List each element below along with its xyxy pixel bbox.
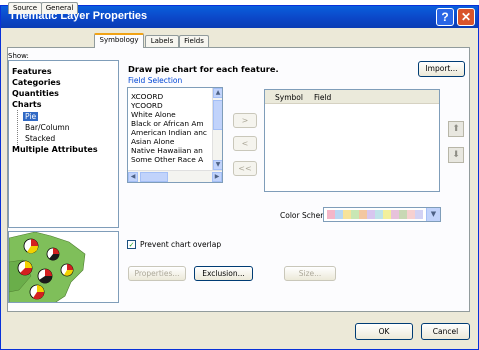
field-list-vertical-scrollbar[interactable]: ▲ ▼	[212, 88, 222, 170]
scroll-down-icon[interactable]: ▼	[213, 160, 222, 170]
pie-symbol	[23, 238, 39, 254]
prevent-overlap-checkbox[interactable]: ✓	[127, 240, 136, 249]
tree-item-multiple-attributes[interactable]: Multiple Attributes	[12, 145, 98, 154]
pie-symbol	[46, 247, 60, 261]
tab-general[interactable]: General	[41, 2, 78, 14]
symbol-column-header[interactable]: Symbol	[275, 93, 303, 102]
field-column-header[interactable]: Field	[314, 93, 331, 102]
tree-item-charts[interactable]: Charts	[12, 100, 42, 109]
tab-symbology[interactable]: Symbology	[94, 33, 144, 48]
pie-map-preview	[9, 232, 86, 302]
tree-connector	[17, 110, 18, 149]
show-label: Show:	[8, 52, 29, 60]
field-item[interactable]: Some Other Race A	[131, 155, 203, 164]
symbol-field-header: Symbol Field	[265, 90, 439, 104]
tree-item-features[interactable]: Features	[12, 67, 52, 76]
tree-item-quantities[interactable]: Quantities	[12, 89, 59, 98]
field-list-horizontal-scrollbar[interactable]: ◀ ▶	[128, 170, 222, 182]
color-scheme-select[interactable]: ▼	[323, 207, 441, 222]
color-swatch	[359, 210, 367, 219]
tree-item-stacked[interactable]: Stacked	[25, 134, 55, 143]
import-button[interactable]: Import...	[418, 61, 465, 77]
scroll-left-icon[interactable]: ◀	[128, 172, 138, 182]
cancel-button[interactable]: Cancel	[421, 323, 470, 340]
pie-symbol	[37, 268, 53, 284]
tree-item-categories[interactable]: Categories	[12, 78, 61, 87]
field-item[interactable]: XCOORD	[131, 92, 163, 101]
prevent-overlap-label: Prevent chart overlap	[140, 240, 222, 249]
color-swatch	[375, 210, 383, 219]
help-button[interactable]: ?	[436, 8, 454, 26]
tab-source[interactable]: Source	[8, 2, 42, 14]
color-swatch	[351, 210, 359, 219]
horizontal-scroll-thumb[interactable]	[140, 172, 168, 182]
move-down-icon[interactable]: ⬇	[448, 147, 464, 163]
ok-button[interactable]: OK	[355, 323, 413, 340]
field-item[interactable]: Native Hawaiian an	[131, 146, 203, 155]
color-swatch	[327, 210, 335, 219]
field-selection-label: Field Selection	[128, 76, 183, 85]
chevron-down-icon[interactable]: ▼	[426, 208, 440, 221]
color-swatch	[415, 210, 423, 219]
show-tree: Features Categories Quantities Charts Pi…	[8, 60, 119, 228]
pie-symbol	[17, 260, 33, 276]
properties-button[interactable]: Properties...	[128, 266, 186, 281]
color-swatch	[367, 210, 375, 219]
color-swatch	[335, 210, 343, 219]
field-item[interactable]: Black or African Am	[131, 119, 204, 128]
tree-item-pie[interactable]: Pie	[23, 112, 39, 121]
field-item[interactable]: YCOORD	[131, 101, 163, 110]
tab-labels[interactable]: Labels	[145, 35, 179, 47]
tab-fields[interactable]: Fields	[179, 35, 209, 47]
scroll-right-icon[interactable]: ▶	[212, 172, 222, 182]
add-field-button[interactable]: >	[233, 113, 257, 128]
pie-symbol	[60, 263, 74, 277]
field-selection-list[interactable]: XCOORD YCOORD White Alone Black or Afric…	[127, 87, 223, 183]
move-up-icon[interactable]: ⬆	[448, 121, 464, 137]
size-button[interactable]: Size...	[284, 266, 336, 281]
exclusion-button[interactable]: Exclusion...	[194, 266, 253, 281]
chart-heading: Draw pie chart for each feature.	[128, 64, 279, 74]
color-swatch	[343, 210, 351, 219]
scroll-up-icon[interactable]: ▲	[213, 88, 222, 98]
color-swatch	[391, 210, 399, 219]
chart-preview	[8, 231, 119, 303]
color-swatch	[399, 210, 407, 219]
close-button[interactable]: ✕	[457, 8, 475, 26]
remove-field-button[interactable]: <	[233, 136, 257, 151]
symbol-field-list[interactable]: Symbol Field	[264, 89, 440, 192]
color-swatch	[407, 210, 415, 219]
remove-all-fields-button[interactable]: <<	[233, 161, 257, 176]
field-item[interactable]: American Indian anc	[131, 128, 207, 137]
field-item[interactable]: Asian Alone	[131, 137, 174, 146]
scroll-thumb[interactable]	[213, 100, 222, 130]
field-item[interactable]: White Alone	[131, 110, 176, 119]
pie-symbol	[29, 284, 45, 300]
tree-item-bar-column[interactable]: Bar/Column	[25, 123, 70, 132]
color-swatch	[383, 210, 391, 219]
